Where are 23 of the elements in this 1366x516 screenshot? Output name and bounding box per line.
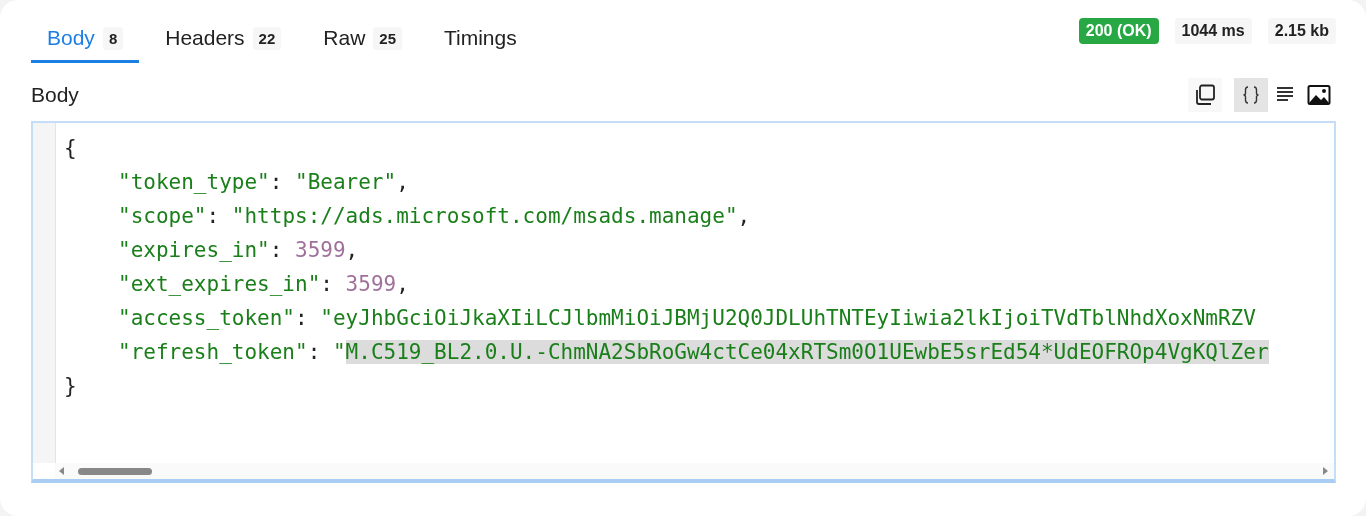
code-line: "ext_expires_in": 3599,	[117, 271, 410, 298]
size-badge: 2.15 kb	[1267, 18, 1336, 44]
tab[interactable]: Raw 25	[307, 14, 418, 63]
count-badge: 8	[102, 26, 124, 50]
code-line: "token_type": "Bearer",	[117, 169, 410, 196]
section-title: Body	[31, 83, 79, 107]
status-badge: 200 (OK)	[1078, 18, 1159, 44]
code-line: "expires_in": 3599,	[117, 237, 360, 264]
code-line: "access_token": "eyJhbGciOiJkaXIiLCJlbmMiOiJBMjU2Q0JDLUhTNTEyIiwia2lkIjoiTVdTblNhdXoxNmRZV	[117, 305, 1257, 332]
horizontal-scrollbar[interactable]	[55, 463, 1334, 479]
tab[interactable]: Body 8	[31, 14, 140, 63]
code-line: {	[64, 135, 78, 162]
copy-button[interactable]	[1188, 78, 1222, 112]
time-badge: 1044 ms	[1174, 18, 1252, 44]
tab[interactable]: Timings	[428, 14, 533, 63]
json-view-button[interactable]	[1234, 78, 1268, 112]
tab[interactable]: Headers 22	[149, 14, 298, 63]
code-line: }	[64, 373, 78, 400]
count-badge: 22	[252, 26, 282, 50]
copy-icon	[1193, 83, 1217, 107]
code-line: "scope": "https://ads.microsoft.com/msads.manage",	[117, 203, 752, 230]
count-badge: 25	[373, 26, 402, 50]
image-icon	[1307, 84, 1331, 106]
